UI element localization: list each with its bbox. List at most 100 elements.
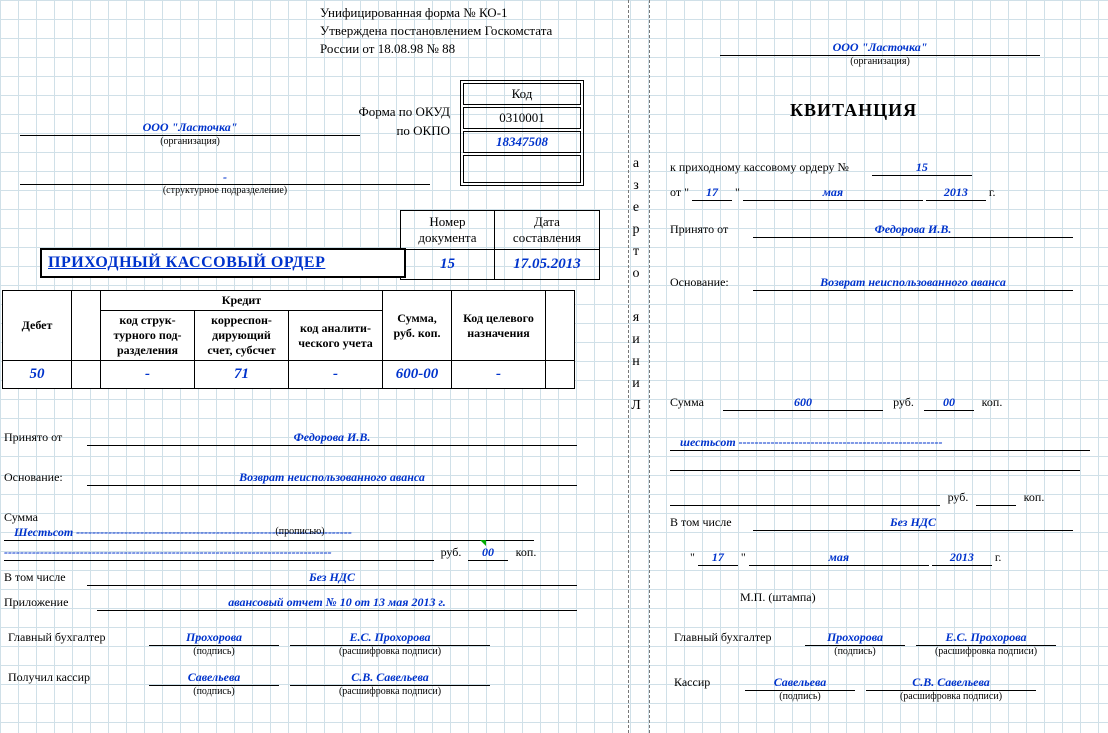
v-blank1 bbox=[72, 361, 101, 389]
r-chief-sig-caption: (подпись) bbox=[805, 646, 905, 657]
v-target: - bbox=[452, 361, 546, 389]
r2-q1: " bbox=[690, 550, 695, 564]
v-sum: 600-00 bbox=[383, 361, 452, 389]
r2-q2: " bbox=[741, 550, 746, 564]
r-chief-sign: Прохорова bbox=[805, 630, 905, 646]
th-anal: код аналити-ческого учета bbox=[289, 311, 383, 361]
r-org-caption: (организация) bbox=[720, 56, 1040, 67]
num-value: 15 bbox=[401, 250, 495, 280]
r-from: Федорова И.В. bbox=[753, 222, 1073, 238]
th-target: Код целевого назначения bbox=[452, 291, 546, 361]
cashier-sig-caption: (подпись) bbox=[149, 686, 279, 697]
r-chief-label: Главный бухгалтер bbox=[674, 630, 794, 645]
cashier-got-label: Получил кассир bbox=[8, 670, 138, 685]
sum-caption: (прописью) bbox=[200, 526, 400, 537]
sum-label: Сумма bbox=[4, 510, 54, 525]
r-cashier-label: Кассир bbox=[674, 675, 734, 690]
r-num: 15 bbox=[872, 160, 972, 176]
r-cashier-sign: Савельева bbox=[745, 675, 855, 691]
th-blank2 bbox=[546, 291, 575, 361]
r-cashier-name: С.В. Савельева bbox=[866, 675, 1036, 691]
form-header-line3: России от 18.08.98 № 88 bbox=[320, 40, 552, 58]
r-vtch-label: В том числе bbox=[670, 515, 750, 530]
r-sum-words2 bbox=[670, 470, 1080, 471]
struct-caption: (структурное подразделение) bbox=[20, 185, 430, 196]
org-left: ООО "Ласточка" (организация) bbox=[20, 120, 360, 147]
struct-block: - (структурное подразделение) bbox=[20, 170, 430, 196]
r-stamp: М.П. (штампа) bbox=[740, 590, 816, 605]
struct-value: - bbox=[20, 170, 430, 185]
r-sum-words: шестьсот -------------------------------… bbox=[670, 435, 1090, 451]
doc-title: ПРИХОДНЫЙ КАССОВЫЙ ОРДЕР bbox=[40, 248, 406, 278]
r2-year-suffix: г. bbox=[995, 550, 1002, 564]
okud-label: Форма по ОКУД bbox=[320, 104, 450, 120]
r-cashier-sig-caption: (подпись) bbox=[745, 691, 855, 702]
r-kop-label: коп. bbox=[977, 395, 1007, 410]
r-sum-label: Сумма bbox=[670, 395, 720, 410]
basis-label: Основание: bbox=[4, 470, 84, 485]
okud-value: 0310001 bbox=[463, 107, 581, 129]
org-name: ООО "Ласточка" bbox=[20, 120, 360, 136]
r-to-order: к приходному кассовому ордеру № bbox=[670, 160, 849, 174]
v-blank2 bbox=[546, 361, 575, 389]
code-blank bbox=[463, 155, 581, 183]
org-caption: (организация) bbox=[20, 136, 360, 147]
chief-label: Главный бухгалтер bbox=[8, 630, 138, 645]
date-value: 17.05.2013 bbox=[494, 250, 599, 280]
cashier-sign: Савельева bbox=[149, 670, 279, 686]
app-label: Приложение bbox=[4, 595, 94, 610]
kop-value: 00 bbox=[468, 545, 508, 561]
chief-name-caption: (расшифровка подписи) bbox=[290, 646, 490, 657]
th-kredit: Кредит bbox=[101, 291, 383, 311]
th-blank1 bbox=[72, 291, 101, 361]
v-struct: - bbox=[101, 361, 195, 389]
r-kop: 00 bbox=[924, 395, 974, 411]
cashier-name-caption: (расшифровка подписи) bbox=[290, 686, 490, 697]
numdate-table: Номер документа Дата составления 15 17.0… bbox=[400, 210, 600, 280]
v-debet: 50 bbox=[3, 361, 72, 389]
vtch-value: Без НДС bbox=[87, 570, 577, 586]
date-label: Дата составления bbox=[494, 211, 599, 250]
chief-sig-caption: (подпись) bbox=[149, 646, 279, 657]
sum-words-cont: ----------------------------------------… bbox=[4, 545, 434, 561]
form-header-line1: Унифицированная форма № КО-1 bbox=[320, 4, 552, 22]
r-rub2-label: руб. bbox=[943, 490, 973, 505]
r2-month: мая bbox=[749, 550, 929, 566]
basis-value: Возврат неиспользованного аванса bbox=[87, 470, 577, 486]
th-sum: Сумма, руб. коп. bbox=[383, 291, 452, 361]
r-chief-name-caption: (расшифровка подписи) bbox=[916, 646, 1056, 657]
cashier-name: С.В. Савельева bbox=[290, 670, 490, 686]
app-value: авансовый отчет № 10 от 13 мая 2013 г. bbox=[97, 595, 577, 611]
r-q2: " bbox=[735, 185, 740, 199]
r-basis-label: Основание: bbox=[670, 275, 750, 290]
code-header: Код bbox=[463, 83, 581, 105]
chief-name: Е.С. Прохорова bbox=[290, 630, 490, 646]
code-box: Код 0310001 18347508 bbox=[460, 80, 584, 186]
r-day: 17 bbox=[692, 185, 732, 201]
r-from-label: Принято от bbox=[670, 222, 750, 237]
r-kop2-label: коп. bbox=[1019, 490, 1049, 505]
r-org-name: ООО "Ласточка" bbox=[720, 40, 1040, 56]
doc-title-text: ПРИХОДНЫЙ КАССОВЫЙ ОРДЕР bbox=[48, 254, 325, 271]
v-corr: 71 bbox=[195, 361, 289, 389]
r-basis: Возврат неиспользованного аванса bbox=[753, 275, 1073, 291]
r-chief-name: Е.С. Прохорова bbox=[916, 630, 1056, 646]
r-year: 2013 bbox=[926, 185, 986, 201]
from-label: Принято от bbox=[4, 430, 84, 445]
form-header-line2: Утверждена постановлением Госкомстата bbox=[320, 22, 552, 40]
okpo-value: 18347508 bbox=[463, 131, 581, 153]
cut-line-text: азерто яиниЛ bbox=[627, 150, 651, 420]
r2-day: 17 bbox=[698, 550, 738, 566]
th-corr: корреспон-дирующий счет, субсчет bbox=[195, 311, 289, 361]
r-cashier-name-caption: (расшифровка подписи) bbox=[866, 691, 1036, 702]
receipt-title: КВИТАНЦИЯ bbox=[790, 100, 917, 121]
th-struct: код струк-турного под-разделения bbox=[101, 311, 195, 361]
num-label: Номер документа bbox=[401, 211, 495, 250]
from-value: Федорова И.В. bbox=[87, 430, 577, 446]
kop-label: коп. bbox=[511, 545, 541, 560]
r-rub-label: руб. bbox=[886, 395, 921, 410]
v-anal: - bbox=[289, 361, 383, 389]
chief-sign: Прохорова bbox=[149, 630, 279, 646]
form-header: Унифицированная форма № КО-1 Утверждена … bbox=[320, 4, 552, 58]
r-month: мая bbox=[743, 185, 923, 201]
